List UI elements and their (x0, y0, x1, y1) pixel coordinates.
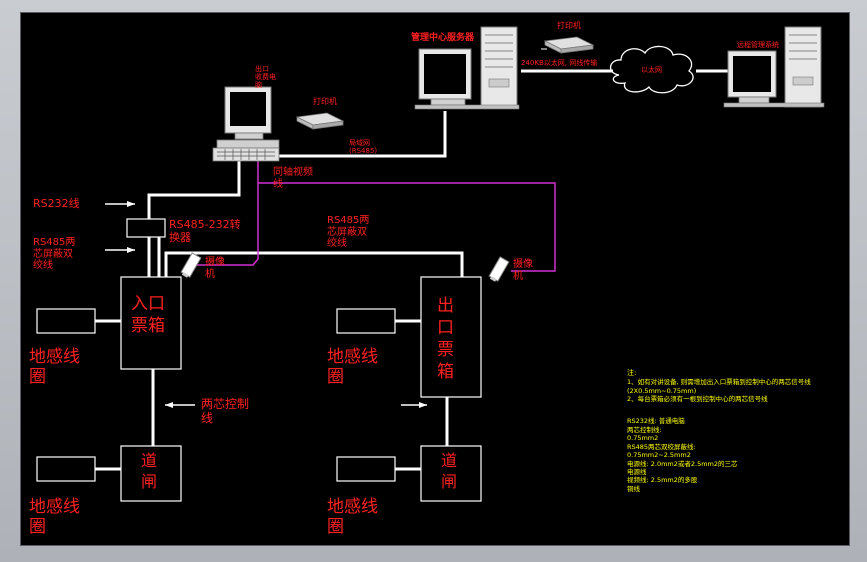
lane-pc-label: 出口 收费电 脑 (255, 65, 276, 90)
loop-coil-3-label: 地感线 圈 (29, 497, 80, 538)
drawing-canvas: 管理中心服务器 打印机 240KB以太网, 网线传输 以太网 远程管理系统 出口… (20, 12, 850, 546)
lane-computer-icon (212, 86, 280, 162)
camera-left-label: 摄像 机 (205, 257, 225, 280)
loop-coil-4 (336, 456, 396, 482)
notes-wire-8: 铜线 (627, 484, 640, 493)
entry-box-label: 入口 票箱 (131, 294, 165, 337)
notes-wire-7: 视频线: 2.5mm2的多股 (627, 476, 698, 485)
rs485-mid-label: RS485两 芯屏蔽双 绞线 (327, 215, 370, 249)
notes-wire-3: RS485两芯双绞屏蔽线: (627, 442, 696, 451)
coax-left-wire (185, 161, 259, 266)
remote-computer-icon (723, 26, 825, 108)
notes-wire-4: 0.75mm2~2.5mm2 (627, 451, 691, 460)
ctrl-wire-label: 两芯控制 线 (201, 397, 250, 425)
lan-label: 局域网 (RS485) (349, 139, 378, 156)
notes-block: 注: 1、如有对讲设备, 则需增加出入口票箱到控制中心的两芯信号线 (2X0.5… (627, 369, 843, 493)
gate-right-label: 道 闸 (441, 451, 458, 491)
notes-wire-1: 两芯控制线: (627, 425, 662, 434)
camera-right-label: 摄像 机 (513, 259, 533, 282)
converter-box (126, 218, 166, 238)
rs232-label: RS232线 (33, 197, 80, 210)
loop-coil-3 (36, 456, 96, 482)
equipment (36, 218, 482, 502)
gate-left-label: 道 闸 (141, 451, 158, 491)
camera-left-icon (180, 252, 202, 278)
printer-top-icon (541, 36, 595, 54)
coax-label: 同轴视频 线 (273, 167, 313, 190)
notes-line-2: (2X0.5mm~0.75mm) (627, 386, 697, 395)
notes-wire-2: 0.75mm2 (627, 434, 659, 443)
notes-line-1: 1、如有对讲设备, 则需增加出入口票箱到控制中心的两芯信号线 (627, 378, 811, 387)
loop-coil-1 (36, 308, 96, 334)
notes-heading: 注: (627, 369, 637, 377)
mgmt-server-label: 管理中心服务器 (411, 33, 475, 43)
converter-label: RS485-232转 换器 (169, 218, 241, 244)
camera-right-icon (488, 256, 510, 282)
printer-left-label: 打印机 (313, 97, 337, 106)
loop-coil-4-label: 地感线 圈 (327, 497, 378, 538)
printer-top-label: 打印机 (557, 21, 581, 30)
printer-left-icon (295, 112, 345, 130)
loop-coil-2-label: 地感线 圈 (327, 347, 378, 388)
notes-line-3: 2、每台票箱必须有一根到控制中心的两芯信号线 (627, 394, 768, 403)
exit-box-label: 出 口 票 箱 (437, 296, 454, 383)
notes-wire-5: 电源线: 2.0mm2或者2.5mm2的三芯 (627, 459, 738, 468)
link-240k-label: 240KB以太网, 网线传输 (521, 59, 598, 67)
coax-right-wire (258, 182, 556, 272)
remote-mgmt-label: 远程管理系统 (737, 41, 779, 49)
ethernet-label: 以太网 (641, 66, 662, 74)
loop-coil-2 (336, 308, 396, 334)
notes-rs232: RS232线: 普通电脑 (627, 417, 685, 426)
loop-coil-1-label: 地感线 圈 (29, 347, 80, 388)
pc-to-converter-wire (147, 161, 241, 219)
rs485-shield-label: RS485两 芯屏蔽双 绞线 (33, 237, 76, 271)
